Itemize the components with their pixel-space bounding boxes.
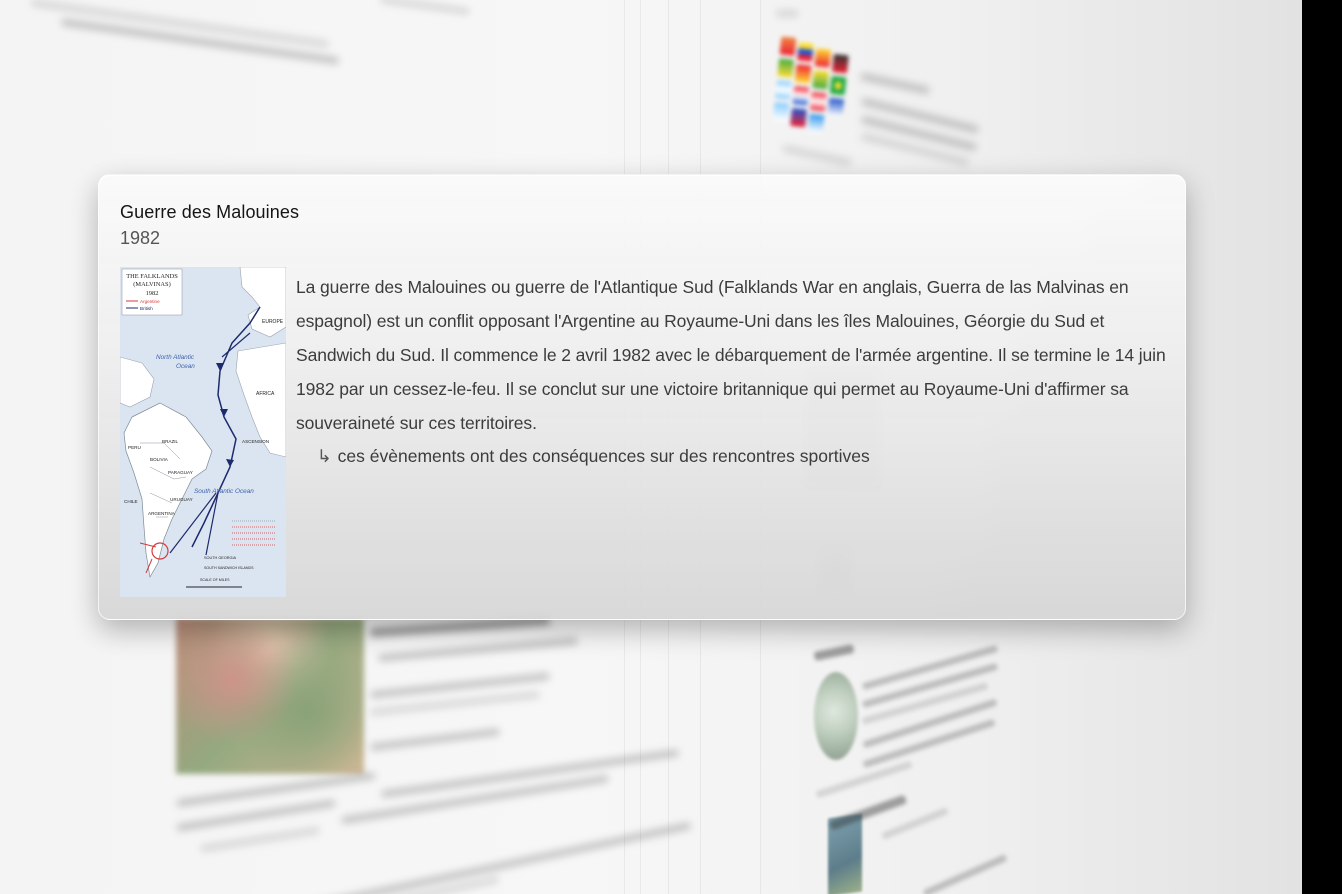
- related-events-link[interactable]: ↳ ces évènements ont des conséquences sur…: [317, 439, 870, 473]
- event-description: La guerre des Malouines ou guerre de l'A…: [296, 277, 1166, 433]
- related-events-text: ces évènements ont des conséquences sur …: [337, 446, 870, 466]
- map-heading-year: 1982: [146, 290, 159, 297]
- map-label-africa: AFRICA: [256, 391, 275, 397]
- map-label-south-sandwich: SOUTH SANDWICH ISLANDS: [204, 566, 254, 570]
- legend-argentine-label: Argentine: [140, 299, 160, 304]
- event-popup-card[interactable]: Guerre des Malouines 1982 THE FALKLANDS …: [98, 174, 1186, 620]
- screen-edge: [1302, 0, 1342, 894]
- background-globe-image: [814, 672, 858, 760]
- falklands-map-svg: THE FALKLANDS (MALVINAS) 1982 Argentine …: [120, 267, 286, 597]
- map-label-south-atlantic: South Atlantic Ocean: [194, 488, 254, 495]
- event-title: Guerre des Malouines: [120, 202, 300, 222]
- legend-british-label: British: [140, 306, 153, 311]
- falklands-map-thumbnail[interactable]: THE FALKLANDS (MALVINAS) 1982 Argentine …: [120, 267, 286, 597]
- map-scale-label: SCALE OF MILES: [200, 578, 230, 582]
- map-label-argentina: ARGENTINA: [148, 511, 176, 516]
- background-flags-image: [771, 36, 855, 143]
- map-label-europe: EUROPE: [262, 319, 284, 325]
- map-label-chile: CHILE: [124, 499, 138, 504]
- background-banknotes-image: [176, 618, 364, 774]
- map-label-ascension: ASCENSION: [242, 439, 269, 444]
- map-label-brazil: BRAZIL: [162, 439, 179, 444]
- event-year: 1982: [120, 228, 161, 248]
- return-arrow-icon: ↳: [317, 446, 332, 466]
- map-heading-line1: THE FALKLANDS: [126, 273, 178, 280]
- map-label-uruguay: URUGUAY: [170, 497, 193, 502]
- map-label-peru: PERU: [128, 445, 141, 450]
- map-label-south-georgia: SOUTH GEORGIA: [204, 556, 237, 560]
- map-label-north-atlantic: North Atlantic: [156, 354, 195, 361]
- map-label-bolivia: BOLIVIA: [150, 457, 169, 462]
- map-label-ocean: Ocean: [176, 363, 195, 370]
- map-heading-line2: (MALVINAS): [133, 281, 170, 288]
- map-label-paraguay: PARAGUAY: [168, 470, 193, 475]
